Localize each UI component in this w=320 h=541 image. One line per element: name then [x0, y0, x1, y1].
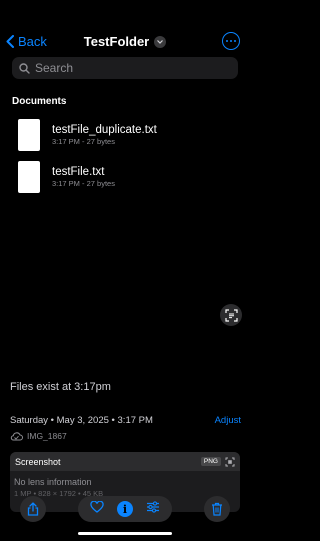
file-name: testFile.txt [52, 166, 105, 178]
photo-actions-bar: i [78, 496, 172, 522]
search-input[interactable] [35, 61, 215, 75]
photo-caption[interactable]: Files exist at 3:17pm [10, 381, 111, 393]
search-icon [19, 62, 30, 74]
file-name: testFile_duplicate.txt [52, 124, 157, 136]
chevron-down-icon [154, 35, 167, 48]
delete-button[interactable] [204, 496, 230, 522]
home-indicator [78, 532, 172, 535]
file-meta: 3:17 PM - 27 bytes [52, 179, 115, 188]
ellipsis-icon [226, 40, 228, 42]
adjust-button[interactable]: Adjust [215, 415, 241, 426]
photo-date: Saturday • May 3, 2025 • 3:17 PM [10, 415, 153, 426]
page-title: TestFolder [83, 34, 150, 49]
card-title: Screenshot [15, 456, 61, 467]
section-title: Documents [12, 96, 67, 107]
scan-icon [225, 457, 235, 466]
live-text-icon [224, 308, 238, 322]
live-text-button[interactable] [220, 304, 242, 326]
favorite-button[interactable] [90, 500, 104, 518]
info-button[interactable]: i [116, 501, 133, 517]
file-thumbnail [18, 161, 40, 193]
image-name: IMG_1867 [27, 431, 67, 441]
share-button[interactable] [20, 496, 46, 522]
info-icon: i [122, 502, 128, 516]
list-item[interactable]: testFile.txt 3:17 PM - 27 bytes [18, 160, 238, 194]
more-button[interactable] [222, 32, 240, 50]
image-name-row: IMG_1867 [10, 431, 67, 441]
nav-bar: Back TestFolder [0, 30, 250, 56]
edit-button[interactable] [146, 500, 160, 518]
trash-icon [212, 502, 222, 516]
share-icon [27, 502, 39, 516]
format-badge: PNG [200, 457, 221, 466]
lens-info: No lens information [14, 477, 92, 487]
file-meta: 3:17 PM - 27 bytes [52, 137, 115, 146]
search-bar[interactable] [12, 57, 238, 79]
folder-title-menu[interactable]: TestFolder [84, 34, 167, 49]
heart-icon [90, 500, 104, 513]
file-thumbnail [18, 119, 40, 151]
list-item[interactable]: testFile_duplicate.txt 3:17 PM - 27 byte… [18, 118, 238, 152]
sliders-icon [146, 501, 159, 513]
cloud-icon [10, 431, 23, 440]
